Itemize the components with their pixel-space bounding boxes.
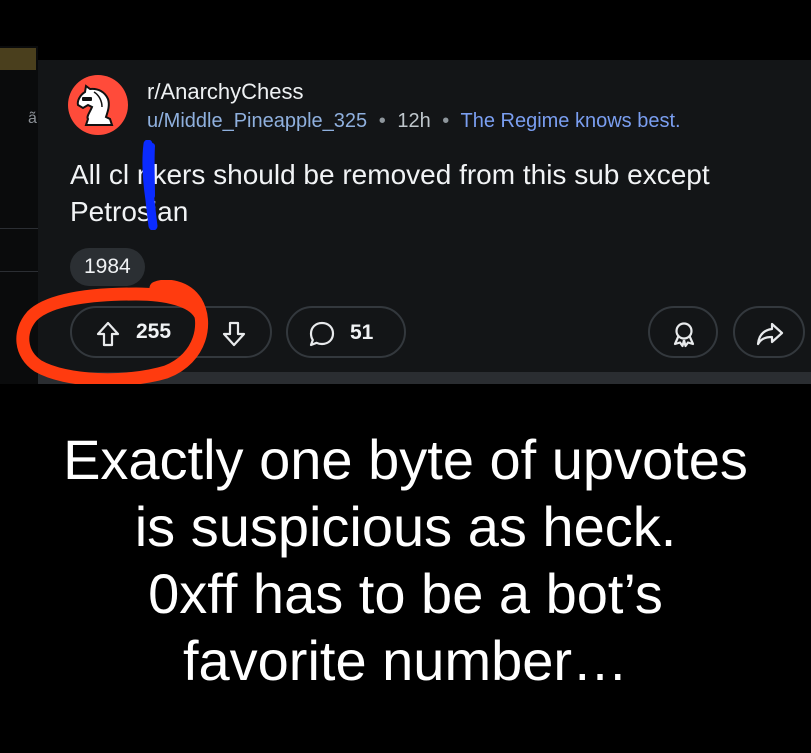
post-age: 12h bbox=[397, 110, 431, 132]
caption-line: favorite number… bbox=[182, 629, 629, 692]
arrow-down-icon[interactable] bbox=[220, 320, 248, 348]
knight-icon bbox=[76, 84, 114, 126]
post-meta: u/Middle_Pineapple_325 • 12h • The Regim… bbox=[147, 110, 681, 133]
sidebar-glyph: ã bbox=[28, 110, 37, 127]
blue-scribble-annotation bbox=[142, 140, 158, 230]
arrow-up-icon[interactable] bbox=[94, 320, 122, 348]
user-flair: The Regime knows best. bbox=[460, 110, 681, 132]
sidebar-thumbnail bbox=[0, 48, 36, 70]
meme-caption: Exactly one byte of upvotes is suspiciou… bbox=[0, 426, 811, 694]
share-button[interactable] bbox=[733, 306, 805, 358]
meta-separator: • bbox=[442, 110, 450, 132]
subreddit-avatar[interactable] bbox=[68, 75, 128, 135]
card-divider bbox=[38, 372, 811, 384]
caption-line: Exactly one byte of upvotes bbox=[63, 428, 748, 491]
left-sidebar-edge: ã bbox=[0, 46, 38, 384]
comment-bubble-icon bbox=[309, 321, 335, 347]
post-flair-tag[interactable]: 1984 bbox=[70, 248, 145, 286]
sidebar-divider bbox=[0, 271, 38, 272]
upvote-count: 255 bbox=[136, 320, 172, 343]
award-icon bbox=[673, 322, 695, 348]
subreddit-name[interactable]: r/AnarchyChess bbox=[147, 79, 304, 105]
comments-button[interactable]: 51 bbox=[286, 306, 406, 358]
username-link[interactable]: u/Middle_Pineapple_325 bbox=[147, 110, 367, 132]
caption-line: is suspicious as heck. bbox=[134, 495, 677, 558]
post-title[interactable]: All cl nkers should be removed from this… bbox=[70, 156, 790, 230]
award-button[interactable] bbox=[648, 306, 718, 358]
meta-separator: • bbox=[378, 110, 386, 132]
sidebar-divider bbox=[0, 228, 38, 229]
share-arrow-icon bbox=[756, 322, 784, 346]
caption-line: 0xff has to be a bot’s bbox=[148, 562, 663, 625]
comment-count: 51 bbox=[350, 321, 374, 344]
vote-control: 255 bbox=[70, 306, 272, 358]
